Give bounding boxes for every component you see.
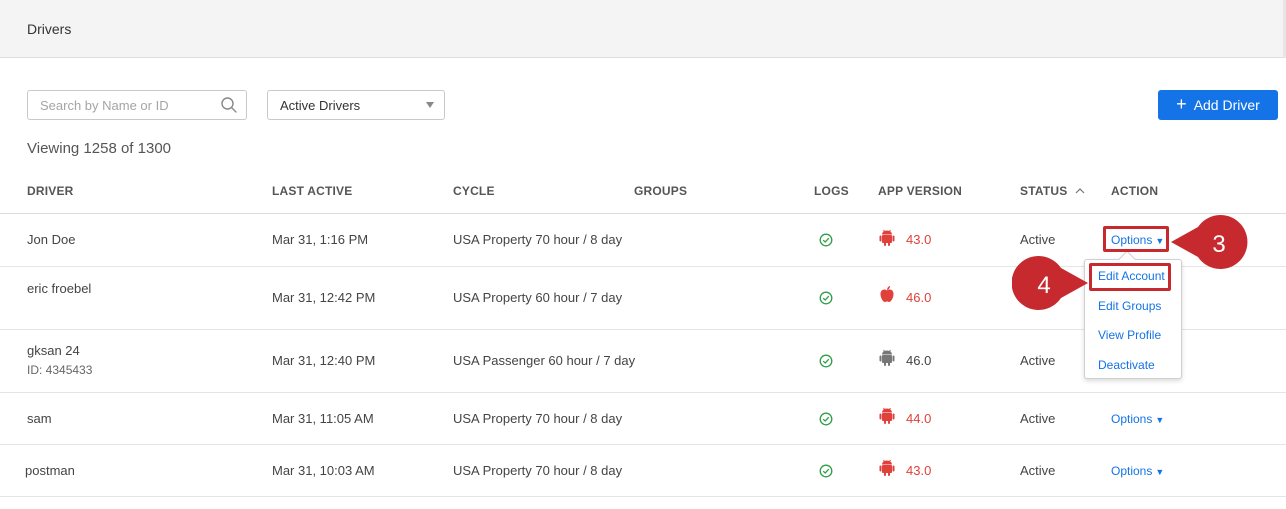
last-active: Mar 31, 1:16 PM bbox=[272, 232, 369, 247]
check-circle-icon bbox=[819, 464, 833, 478]
driver-name[interactable]: gksan 24 bbox=[27, 343, 80, 358]
driver-name[interactable]: Jon Doe bbox=[27, 232, 75, 247]
plus-icon: + bbox=[1176, 94, 1187, 114]
column-header-status[interactable]: STATUS bbox=[1020, 184, 1085, 198]
status-text: Active bbox=[1020, 232, 1056, 247]
last-active: Mar 31, 11:05 AM bbox=[272, 411, 374, 426]
filter-selected-value: Active Drivers bbox=[280, 98, 361, 113]
cycle: USA Property 70 hour / 8 day bbox=[453, 463, 623, 478]
row-divider bbox=[0, 444, 1286, 445]
column-header-status-label: STATUS bbox=[1020, 184, 1068, 198]
caret-down-icon: ▼ bbox=[1155, 467, 1165, 477]
row-divider bbox=[0, 496, 1286, 497]
check-circle-icon bbox=[819, 291, 833, 305]
step-4-label: 4 bbox=[1037, 272, 1050, 299]
apple-icon bbox=[880, 286, 894, 302]
cycle: USA Property 70 hour / 8 day bbox=[453, 411, 623, 426]
step-3-label: 3 bbox=[1212, 231, 1225, 258]
cycle: USA Property 70 hour / 8 day bbox=[453, 232, 623, 247]
search-input[interactable] bbox=[28, 91, 208, 119]
cycle: USA Passenger 60 hour / 7 day bbox=[453, 353, 636, 368]
viewing-count: Viewing 1258 of 1300 bbox=[27, 140, 172, 157]
header-divider bbox=[0, 213, 1286, 214]
driver-name[interactable]: postman bbox=[25, 463, 75, 478]
step-4-callout: 4 bbox=[1012, 256, 1088, 310]
status-text: Active bbox=[1020, 353, 1056, 368]
edit-account-highlight-box bbox=[1089, 263, 1171, 291]
caret-down-icon: ▼ bbox=[1155, 415, 1165, 425]
menu-item-deactivate[interactable]: Deactivate bbox=[1098, 358, 1155, 372]
chevron-down-icon bbox=[426, 102, 434, 108]
app-version: 43.0 bbox=[906, 463, 932, 478]
status-text: Active bbox=[1020, 463, 1056, 478]
app-version: 43.0 bbox=[906, 232, 932, 247]
page-title: Drivers bbox=[27, 21, 72, 37]
android-icon bbox=[879, 459, 895, 476]
add-driver-label: Add Driver bbox=[1193, 97, 1260, 113]
check-circle-icon bbox=[819, 412, 833, 426]
check-circle-icon bbox=[819, 233, 833, 247]
column-header-last-active[interactable]: LAST ACTIVE bbox=[272, 184, 352, 198]
column-header-logs[interactable]: LOGS bbox=[814, 184, 849, 198]
options-dropdown-button[interactable]: Options ▼ bbox=[1111, 412, 1164, 426]
check-circle-icon bbox=[819, 354, 833, 368]
driver-status-filter[interactable]: Active Drivers bbox=[267, 90, 445, 120]
status-text: Active bbox=[1020, 411, 1056, 426]
driver-id: ID: 4345433 bbox=[27, 363, 93, 377]
search-icon[interactable] bbox=[220, 96, 238, 114]
android-icon bbox=[879, 407, 895, 424]
column-header-cycle[interactable]: CYCLE bbox=[453, 184, 495, 198]
android-icon bbox=[879, 349, 895, 366]
driver-name[interactable]: eric froebel bbox=[27, 281, 91, 296]
last-active: Mar 31, 12:42 PM bbox=[272, 290, 376, 305]
last-active: Mar 31, 12:40 PM bbox=[272, 353, 376, 368]
cycle: USA Property 60 hour / 7 day bbox=[453, 290, 623, 305]
column-header-action: ACTION bbox=[1111, 184, 1159, 198]
app-version: 44.0 bbox=[906, 411, 932, 426]
row-divider bbox=[0, 392, 1286, 393]
column-header-app-version[interactable]: APP VERSION bbox=[878, 184, 962, 198]
driver-name[interactable]: sam bbox=[27, 411, 52, 426]
android-icon bbox=[879, 229, 895, 246]
last-active: Mar 31, 10:03 AM bbox=[272, 463, 375, 478]
options-highlight-box bbox=[1103, 226, 1169, 252]
sort-ascending-icon bbox=[1075, 188, 1085, 194]
menu-item-edit-groups[interactable]: Edit Groups bbox=[1098, 299, 1161, 313]
add-driver-button[interactable]: + Add Driver bbox=[1158, 90, 1278, 120]
column-header-groups[interactable]: GROUPS bbox=[634, 184, 687, 198]
step-3-callout: 3 bbox=[1171, 215, 1248, 269]
page-header: Drivers bbox=[0, 0, 1286, 58]
app-version: 46.0 bbox=[906, 353, 932, 368]
search-box[interactable] bbox=[27, 90, 247, 120]
options-label: Options bbox=[1111, 464, 1153, 478]
options-label: Options bbox=[1111, 412, 1153, 426]
menu-item-view-profile[interactable]: View Profile bbox=[1098, 328, 1161, 342]
app-version: 46.0 bbox=[906, 290, 932, 305]
options-dropdown-button[interactable]: Options ▼ bbox=[1111, 464, 1164, 478]
column-header-driver[interactable]: DRIVER bbox=[27, 184, 74, 198]
